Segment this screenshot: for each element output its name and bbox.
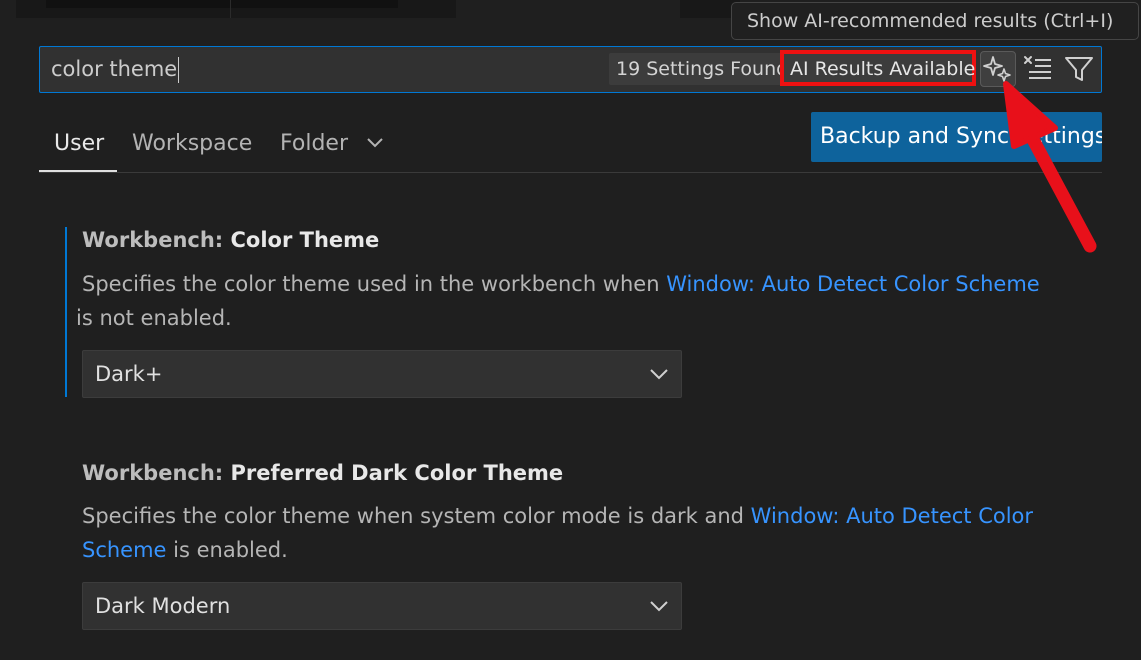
backup-sync-button[interactable]: Backup and Sync Settings [811, 112, 1102, 162]
setting-category: Workbench: [82, 228, 231, 252]
setting-description: Specifies the color theme when system co… [82, 499, 1072, 567]
dropdown-value: Dark Modern [95, 594, 231, 618]
search-input-value: color theme [51, 57, 178, 81]
filter-icon [1065, 57, 1093, 81]
clear-filter-icon [1024, 56, 1051, 79]
setting-title: Workbench: Color Theme [82, 225, 379, 255]
ai-results-tooltip: Show AI-recommended results (Ctrl+I) [731, 2, 1139, 40]
ai-results-button[interactable] [980, 51, 1016, 87]
tab-separator [230, 0, 231, 18]
sparkle-icon [983, 56, 1011, 82]
search-input[interactable]: color theme [51, 47, 180, 92]
tabs-divider [39, 172, 1102, 173]
tab-workspace[interactable]: Workspace [132, 124, 252, 164]
preferred-dark-theme-dropdown[interactable]: Dark Modern [82, 582, 682, 630]
tab-folder[interactable]: Folder [280, 124, 348, 164]
setting-description: Specifies the color theme used in the wo… [76, 267, 1082, 335]
chevron-down-icon[interactable] [366, 136, 384, 150]
dropdown-value: Dark+ [95, 362, 163, 386]
setting-category: Workbench: [82, 461, 231, 485]
setting-name: Color Theme [230, 228, 380, 252]
setting-description-text: Specifies the color theme used in the wo… [82, 272, 667, 296]
settings-editor: color theme 19 Settings Found AI Results… [0, 0, 1141, 660]
clear-filters-button[interactable] [1021, 51, 1057, 87]
filter-button[interactable] [1061, 51, 1097, 87]
setting-title: Workbench: Preferred Dark Color Theme [82, 458, 563, 488]
settings-count-badge: 19 Settings Found [609, 53, 796, 85]
editor-tab-content [46, 0, 398, 8]
tab-user[interactable]: User [54, 124, 104, 164]
chevron-down-icon [650, 601, 668, 612]
chevron-down-icon [650, 369, 668, 380]
setting-link[interactable]: Window: Auto Detect Color Scheme [666, 272, 1040, 296]
text-cursor [178, 57, 180, 83]
color-theme-dropdown[interactable]: Dark+ [82, 350, 682, 398]
setting-description-text: is enabled. [166, 538, 288, 562]
editor-tab[interactable] [16, 0, 456, 18]
settings-search-box[interactable]: color theme 19 Settings Found AI Results… [39, 46, 1102, 93]
setting-focus-indicator [65, 227, 67, 397]
setting-description-text: is not enabled. [76, 306, 232, 330]
setting-description-text: Specifies the color theme when system co… [82, 504, 751, 528]
setting-name: Preferred Dark Color Theme [230, 461, 564, 485]
ai-results-badge[interactable]: AI Results Available [780, 50, 976, 86]
